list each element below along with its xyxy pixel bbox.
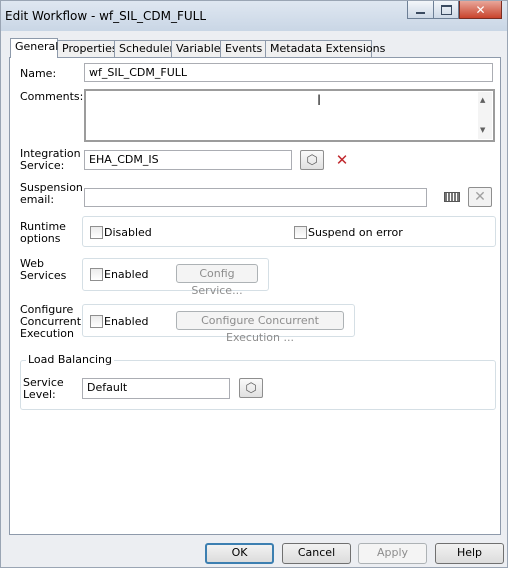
tab-label: Variables xyxy=(176,42,227,55)
maximize-icon xyxy=(440,4,452,15)
name-label: Name: xyxy=(20,67,57,80)
concurrent-enabled-label: Enabled xyxy=(104,315,149,328)
tab-label: General xyxy=(15,40,59,53)
tab-general[interactable]: General xyxy=(10,38,58,58)
tab-events[interactable]: Events xyxy=(220,40,266,57)
apply-button: Apply xyxy=(358,543,427,564)
text-cursor-icon: I xyxy=(317,93,322,109)
service-level-field[interactable]: Default xyxy=(82,378,230,399)
suspend-on-error-label: Suspend on error xyxy=(308,226,403,239)
integration-service-label: Integration Service: xyxy=(20,147,81,172)
suspend-on-error-checkbox[interactable] xyxy=(294,226,307,239)
cancel-button[interactable]: Cancel xyxy=(282,543,351,564)
browse-service-level-button[interactable]: ⬡ xyxy=(239,378,263,398)
remove-integration-service-button[interactable]: ✕ xyxy=(330,150,354,170)
cube-icon: ⬡ xyxy=(245,380,257,396)
scroll-up-icon[interactable]: ▲ xyxy=(480,92,485,109)
clear-email-button: ✕ xyxy=(468,187,492,207)
comments-scrollbar[interactable]: ▲ ▼ xyxy=(478,92,492,139)
web-services-label: Web Services xyxy=(20,257,67,282)
name-field[interactable]: wf_SIL_CDM_FULL xyxy=(84,63,493,82)
cube-icon: ⬡ xyxy=(306,152,318,168)
load-balancing-label: Load Balancing xyxy=(26,353,114,366)
scroll-down-icon[interactable]: ▼ xyxy=(480,122,485,139)
integration-service-field[interactable]: EHA_CDM_IS xyxy=(84,150,292,170)
minimize-icon xyxy=(416,11,425,14)
tab-label: Scheduler xyxy=(119,42,175,55)
tab-label: Events xyxy=(225,42,263,55)
edit-workflow-window: Edit Workflow - wf_SIL_CDM_FULL ✕ Genera… xyxy=(0,0,508,568)
clear-x-icon: ✕ xyxy=(474,189,486,205)
tab-metadata-extensions[interactable]: Metadata Extensions xyxy=(265,40,385,57)
ok-button[interactable]: OK xyxy=(205,543,274,564)
minimize-button[interactable] xyxy=(407,1,434,19)
service-level-label: Service Level: xyxy=(23,376,64,401)
close-button[interactable]: ✕ xyxy=(459,1,502,19)
comments-field[interactable]: ▲ ▼ I xyxy=(84,89,495,142)
concurrent-enabled-checkbox[interactable] xyxy=(90,315,103,328)
tab-scheduler[interactable]: Scheduler xyxy=(114,40,175,57)
configure-concurrent-execution-button: Configure Concurrent Execution ... xyxy=(176,311,344,344)
close-icon: ✕ xyxy=(475,2,486,17)
remove-x-icon: ✕ xyxy=(335,151,349,169)
title-bar: Edit Workflow - wf_SIL_CDM_FULL ✕ xyxy=(1,1,507,31)
concurrent-execution-label: Configure Concurrent Execution xyxy=(20,303,82,340)
keyboard-icon xyxy=(444,192,460,202)
tab-label: Properties xyxy=(62,42,118,55)
web-services-enabled-checkbox[interactable] xyxy=(90,268,103,281)
tab-label: Metadata Extensions xyxy=(270,42,386,55)
comments-label: Comments: xyxy=(20,90,84,103)
suspension-email-label: Suspension email: xyxy=(20,181,83,206)
email-editor-button[interactable] xyxy=(440,187,464,207)
general-panel: Name: wf_SIL_CDM_FULL Comments: ▲ ▼ I In… xyxy=(9,57,501,535)
config-service-button: Config Service... xyxy=(176,264,258,297)
disabled-checkbox-label: Disabled xyxy=(104,226,152,239)
maximize-button[interactable] xyxy=(433,1,459,19)
tab-properties[interactable]: Properties xyxy=(57,40,118,57)
window-title: Edit Workflow - wf_SIL_CDM_FULL xyxy=(5,9,207,23)
browse-integration-service-button[interactable]: ⬡ xyxy=(300,150,324,170)
suspension-email-field[interactable] xyxy=(84,188,427,207)
runtime-options-label: Runtime options xyxy=(20,220,66,245)
help-button[interactable]: Help xyxy=(435,543,504,564)
disabled-checkbox[interactable] xyxy=(90,226,103,239)
web-services-enabled-label: Enabled xyxy=(104,268,149,281)
tab-variables[interactable]: Variables xyxy=(171,40,226,57)
